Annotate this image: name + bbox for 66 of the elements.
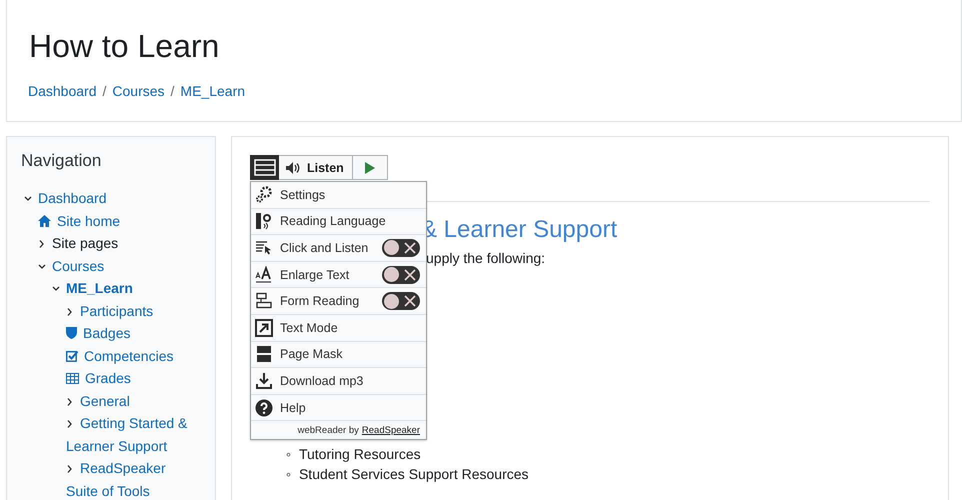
breadcrumb-link[interactable]: Dashboard	[28, 83, 96, 99]
speaker-icon	[286, 162, 301, 174]
toggle-switch[interactable]	[382, 238, 420, 257]
listen-button[interactable]: Listen	[279, 155, 353, 180]
checkbox-icon	[66, 350, 78, 362]
chevron-icon[interactable]	[38, 262, 46, 272]
list-item: Student Services Support Resources	[298, 465, 529, 484]
nav-item[interactable]: Grades	[63, 367, 201, 390]
form-icon	[255, 292, 273, 310]
breadcrumb-link[interactable]: Courses	[112, 83, 165, 99]
chevron-icon[interactable]	[66, 419, 74, 429]
speaker-head-icon	[255, 212, 273, 230]
chevron-icon[interactable]	[38, 239, 46, 249]
breadcrumb-separator: /	[170, 83, 174, 99]
nav-item[interactable]: ReadSpeaker Suite of Tools	[63, 457, 201, 500]
menu-icon	[254, 159, 276, 176]
menu-item[interactable]: Help	[251, 394, 426, 422]
toggle-switch[interactable]	[382, 292, 420, 310]
menu-item[interactable]: Reading Language	[251, 208, 426, 236]
pointer-lines-icon	[255, 238, 273, 257]
nav-item[interactable]: Courses	[35, 254, 201, 277]
bullet: ◦	[286, 465, 291, 484]
navigation-title: Navigation	[21, 151, 102, 171]
nav-item[interactable]: Badges	[63, 322, 201, 344]
menu-item[interactable]: Settings	[251, 182, 426, 209]
help-icon	[255, 398, 273, 417]
nav-item[interactable]: Getting Started & Learner Support	[63, 412, 201, 457]
close-icon	[404, 268, 416, 281]
nav-item[interactable]: ME_Learn	[49, 277, 201, 300]
list-item: Tutoring Resources	[298, 445, 421, 464]
menu-item[interactable]: Text Mode	[251, 314, 426, 342]
menu-item[interactable]: Click and Listen	[251, 235, 426, 262]
play-button[interactable]	[352, 155, 388, 180]
menu-item[interactable]: Enlarge Text	[251, 262, 426, 288]
chevron-icon[interactable]	[66, 464, 74, 474]
intro-text: upply the following:	[426, 250, 546, 266]
close-icon	[404, 242, 416, 254]
menu-item[interactable]: Page Mask	[251, 342, 426, 368]
shield-icon	[66, 327, 77, 339]
bullet: ◦	[286, 445, 291, 464]
close-icon	[404, 295, 416, 308]
nav-item[interactable]: Participants	[63, 300, 201, 322]
readspeaker-link[interactable]: ReadSpeaker	[362, 425, 420, 436]
toggle-switch[interactable]	[382, 266, 420, 284]
play-icon	[364, 162, 375, 174]
nav-item[interactable]: General	[63, 390, 201, 412]
menu-button[interactable]	[250, 155, 279, 180]
menu-item[interactable]: Form Reading	[251, 288, 426, 315]
menu-item[interactable]: Download mp3	[251, 368, 426, 395]
page-mask-icon	[255, 345, 273, 364]
nav-item[interactable]: Competencies	[63, 344, 201, 367]
download-icon	[255, 372, 273, 390]
nav-item[interactable]: Site pages	[35, 232, 201, 254]
breadcrumb-separator: /	[102, 83, 106, 99]
table-icon	[66, 373, 79, 384]
chevron-icon[interactable]	[66, 306, 74, 316]
arrow-box-icon	[255, 318, 273, 337]
gears-icon	[255, 186, 273, 204]
page-title: How to Learn	[29, 28, 220, 65]
nav-item[interactable]: Dashboard	[21, 187, 201, 210]
breadcrumb-link[interactable]: ME_Learn	[180, 83, 246, 99]
chevron-icon[interactable]	[66, 396, 74, 406]
nav-item[interactable]: Site home	[35, 210, 201, 232]
font-size-icon	[255, 266, 273, 284]
footer-text: webReader by	[298, 425, 359, 436]
home-icon	[38, 214, 51, 226]
